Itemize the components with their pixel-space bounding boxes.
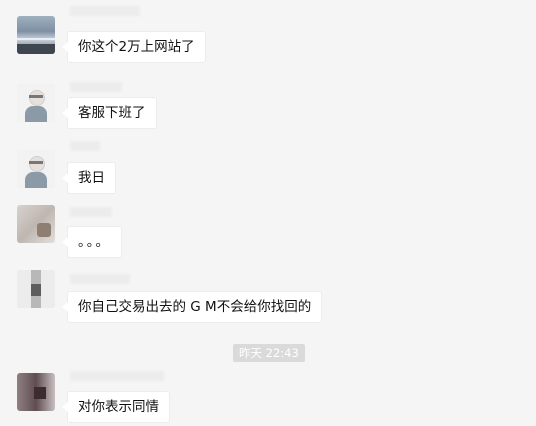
sender-avatar[interactable] xyxy=(17,84,55,122)
avatar-image xyxy=(31,284,41,296)
message-bubble[interactable]: 你自己交易出去的 G M不会给你找回的 xyxy=(61,291,323,323)
sender-name-blurred xyxy=(70,207,112,217)
message-bubble[interactable]: 客服下班了 xyxy=(62,97,157,129)
sender-name-blurred xyxy=(70,82,122,92)
avatar-image xyxy=(25,106,47,122)
sender-name-blurred xyxy=(70,371,164,381)
sender-avatar[interactable] xyxy=(17,270,55,308)
sender-avatar[interactable] xyxy=(17,16,55,54)
sender-avatar[interactable] xyxy=(17,373,55,411)
message-bubble[interactable]: 你这个2万上网站了 xyxy=(62,31,206,63)
sender-name-blurred xyxy=(70,141,100,151)
avatar-image xyxy=(37,223,51,237)
avatar-image xyxy=(29,90,45,106)
sender-name-blurred xyxy=(70,274,130,284)
chat-message-list[interactable]: 你这个2万上网站了 客服下班了 我日 。。。 你自己交易出去的 G M不会给你找… xyxy=(0,0,536,426)
avatar-image xyxy=(25,172,47,188)
avatar-image xyxy=(29,156,45,172)
message-bubble[interactable]: 。。。 xyxy=(62,226,122,258)
message-bubble[interactable]: 我日 xyxy=(62,162,116,194)
message-bubble[interactable]: 对你表示同情 xyxy=(62,391,170,423)
avatar-image xyxy=(17,44,55,54)
avatar-image xyxy=(34,387,46,399)
sender-avatar[interactable] xyxy=(17,205,55,243)
sender-avatar[interactable] xyxy=(17,150,55,188)
sender-name-blurred xyxy=(70,6,140,16)
avatar-image xyxy=(29,95,43,98)
avatar-image xyxy=(17,38,55,40)
timestamp-badge: 昨天 22:43 xyxy=(233,344,305,362)
avatar-image xyxy=(29,161,43,164)
